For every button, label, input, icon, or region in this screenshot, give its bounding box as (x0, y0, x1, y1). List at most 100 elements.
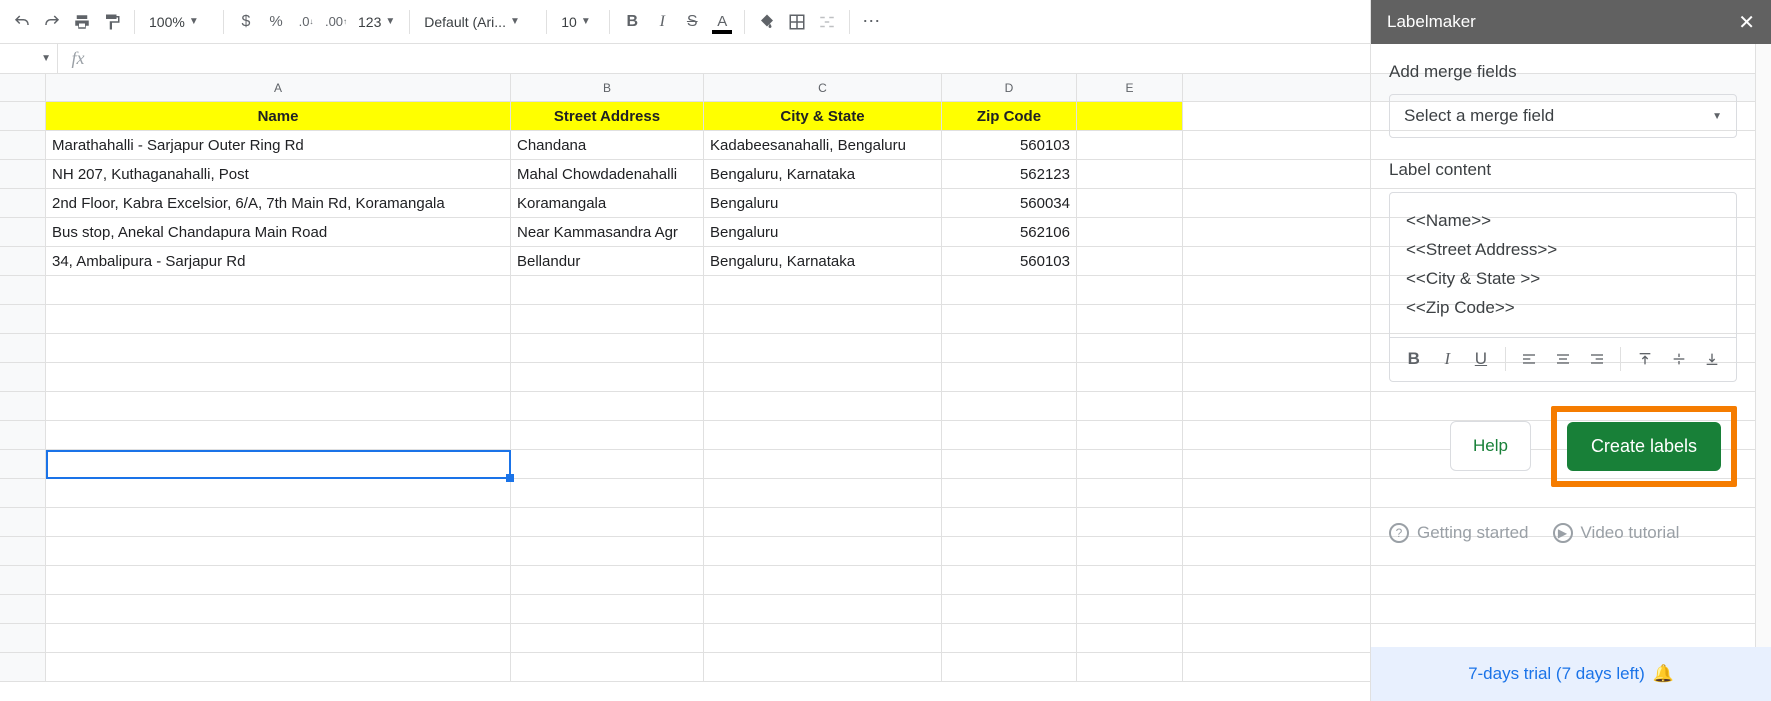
cell[interactable]: 34, Ambalipura - Sarjapur Rd (46, 247, 511, 275)
trial-banner[interactable]: 7-days trial (7 days left) 🔔 (1371, 647, 1771, 701)
cell[interactable] (511, 653, 704, 681)
cell[interactable] (511, 450, 704, 478)
editor-italic-button[interactable]: I (1432, 342, 1464, 376)
cell[interactable] (46, 363, 511, 391)
cell[interactable] (1077, 624, 1183, 652)
cell[interactable] (1077, 392, 1183, 420)
cell[interactable] (1077, 595, 1183, 623)
row-header[interactable] (0, 479, 46, 507)
cell[interactable]: NH 207, Kuthaganahalli, Post (46, 160, 511, 188)
cell[interactable] (942, 363, 1077, 391)
cell[interactable] (942, 305, 1077, 333)
row-header[interactable] (0, 131, 46, 159)
cell[interactable] (1077, 334, 1183, 362)
cell[interactable] (1077, 450, 1183, 478)
column-header[interactable]: D (942, 74, 1077, 101)
undo-button[interactable] (8, 8, 36, 36)
cell[interactable] (942, 653, 1077, 681)
merge-field-select[interactable]: Select a merge field ▼ (1389, 94, 1737, 138)
cell[interactable]: Bengaluru, Karnataka (704, 247, 942, 275)
cell[interactable] (511, 392, 704, 420)
cell[interactable]: Near Kammasandra Agr (511, 218, 704, 246)
cell[interactable] (46, 537, 511, 565)
cell[interactable]: Bengaluru (704, 218, 942, 246)
cell[interactable] (704, 450, 942, 478)
column-header[interactable]: B (511, 74, 704, 101)
label-content-textarea[interactable]: <<Name>><<Street Address>><<City & State… (1390, 193, 1736, 337)
percent-button[interactable]: % (262, 8, 290, 36)
valign-middle-button[interactable] (1663, 342, 1695, 376)
row-header[interactable] (0, 218, 46, 246)
select-all-corner[interactable] (0, 74, 46, 101)
row-header[interactable] (0, 160, 46, 188)
font-select[interactable]: Default (Ari...▼ (418, 14, 538, 30)
header-cell-street[interactable]: Street Address (511, 102, 704, 130)
decrease-decimal-button[interactable]: .0↓ (292, 8, 320, 36)
row-header[interactable] (0, 334, 46, 362)
cell[interactable] (704, 276, 942, 304)
cell[interactable] (511, 334, 704, 362)
bold-button[interactable]: B (618, 8, 646, 36)
cell[interactable]: 560034 (942, 189, 1077, 217)
align-left-button[interactable] (1514, 342, 1546, 376)
cell[interactable]: 2nd Floor, Kabra Excelsior, 6/A, 7th Mai… (46, 189, 511, 217)
cell[interactable] (942, 334, 1077, 362)
close-icon[interactable]: ✕ (1738, 10, 1755, 35)
cell[interactable] (1077, 247, 1183, 275)
cell[interactable]: Bellandur (511, 247, 704, 275)
cell[interactable] (704, 334, 942, 362)
row-header[interactable] (0, 363, 46, 391)
cell[interactable] (942, 537, 1077, 565)
cell[interactable]: Kadabeesanahalli, Bengaluru (704, 131, 942, 159)
cell[interactable] (942, 479, 1077, 507)
cell[interactable] (46, 450, 511, 478)
text-color-button[interactable]: A (708, 8, 736, 36)
align-right-button[interactable] (1581, 342, 1613, 376)
row-header[interactable] (0, 595, 46, 623)
cell[interactable] (704, 624, 942, 652)
header-cell-name[interactable]: Name (46, 102, 511, 130)
cell[interactable] (704, 363, 942, 391)
cell[interactable] (1077, 537, 1183, 565)
cell[interactable] (1077, 160, 1183, 188)
row-header[interactable] (0, 102, 46, 130)
cell[interactable] (704, 392, 942, 420)
editor-underline-button[interactable]: U (1465, 342, 1497, 376)
cell[interactable] (704, 421, 942, 449)
cell[interactable] (1077, 566, 1183, 594)
cell[interactable] (511, 363, 704, 391)
row-header[interactable] (0, 305, 46, 333)
cell[interactable] (511, 624, 704, 652)
cell[interactable] (942, 450, 1077, 478)
cell[interactable]: Koramangala (511, 189, 704, 217)
cell[interactable] (46, 595, 511, 623)
row-header[interactable] (0, 421, 46, 449)
cell[interactable] (46, 421, 511, 449)
cell[interactable]: 562123 (942, 160, 1077, 188)
help-button[interactable]: Help (1450, 421, 1531, 471)
cell[interactable] (46, 624, 511, 652)
row-header[interactable] (0, 189, 46, 217)
cell[interactable]: Chandana (511, 131, 704, 159)
cell[interactable] (511, 479, 704, 507)
print-button[interactable] (68, 8, 96, 36)
header-cell-city[interactable]: City & State (704, 102, 942, 130)
valign-bottom-button[interactable] (1696, 342, 1728, 376)
cell[interactable] (942, 566, 1077, 594)
valign-top-button[interactable] (1629, 342, 1661, 376)
cell[interactable]: Marathahalli - Sarjapur Outer Ring Rd (46, 131, 511, 159)
column-header[interactable]: E (1077, 74, 1183, 101)
fill-color-button[interactable] (753, 8, 781, 36)
create-labels-button[interactable]: Create labels (1567, 422, 1721, 471)
cell[interactable] (704, 566, 942, 594)
font-size-select[interactable]: 10▼ (555, 14, 601, 30)
cell[interactable] (1077, 189, 1183, 217)
cell[interactable]: Bengaluru (704, 189, 942, 217)
row-header[interactable] (0, 537, 46, 565)
cell[interactable] (1077, 276, 1183, 304)
header-cell-zip[interactable]: Zip Code (942, 102, 1077, 130)
row-header[interactable] (0, 247, 46, 275)
cell[interactable] (511, 421, 704, 449)
cell[interactable]: 560103 (942, 131, 1077, 159)
italic-button[interactable]: I (648, 8, 676, 36)
